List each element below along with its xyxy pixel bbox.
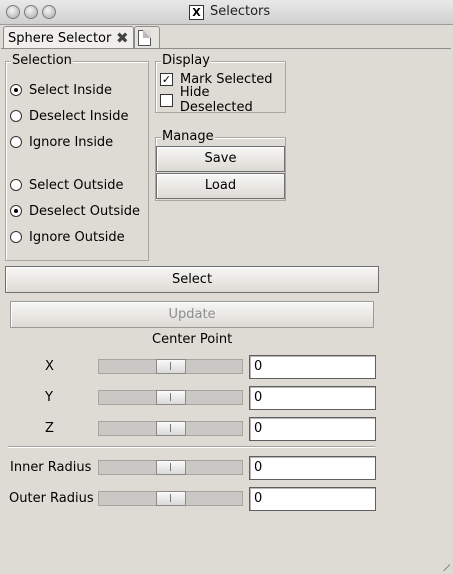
radio-indicator[interactable]: [10, 205, 22, 217]
slider-thumb[interactable]: [156, 460, 186, 475]
update-button[interactable]: Update: [10, 301, 374, 328]
radio-indicator[interactable]: [10, 179, 22, 191]
tab-sphere-selector[interactable]: Sphere Selector ✖: [3, 26, 134, 49]
radio-label: Deselect Inside: [29, 108, 129, 124]
radio-deselect-inside[interactable]: Deselect Inside: [10, 107, 128, 125]
radio-select-inside[interactable]: Select Inside: [10, 81, 112, 99]
center-point-heading: Center Point: [152, 332, 233, 347]
new-document-icon: [138, 30, 151, 46]
manage-group-title: Manage: [161, 129, 215, 144]
new-tab-button[interactable]: [134, 26, 160, 49]
slider-thumb[interactable]: [156, 491, 186, 506]
inner-radius-input[interactable]: 0: [249, 456, 376, 480]
outer-radius-slider[interactable]: [98, 491, 243, 506]
center-y-label: Y: [45, 390, 53, 405]
save-button[interactable]: Save: [156, 146, 285, 172]
radio-indicator[interactable]: [10, 110, 22, 122]
radio-deselect-outside[interactable]: Deselect Outside: [10, 202, 140, 220]
center-x-label: X: [45, 359, 54, 374]
outer-radius-label: Outer Radius: [9, 491, 94, 506]
inner-radius-label: Inner Radius: [10, 460, 92, 475]
center-z-slider[interactable]: [98, 421, 243, 436]
center-y-input[interactable]: 0: [249, 386, 376, 410]
radio-indicator[interactable]: [10, 84, 22, 96]
center-z-label: Z: [45, 421, 54, 436]
radio-label: Deselect Outside: [29, 203, 140, 219]
checkbox-label: Hide Deselected: [179, 85, 253, 115]
close-window-button[interactable]: [6, 5, 20, 19]
selection-group-title: Selection: [11, 53, 73, 68]
slider-thumb[interactable]: [156, 421, 186, 436]
center-y-slider[interactable]: [98, 390, 243, 405]
checkbox-indicator[interactable]: ✓: [160, 72, 173, 86]
selection-group: Selection Select Inside Deselect Inside …: [5, 53, 149, 261]
window-title: Selectors: [210, 4, 271, 19]
radio-label: Ignore Outside: [29, 229, 125, 245]
tab-divider: [1, 48, 451, 49]
load-button[interactable]: Load: [156, 173, 285, 199]
checkbox-indicator[interactable]: [160, 93, 173, 107]
center-z-input[interactable]: 0: [249, 417, 376, 441]
slider-thumb[interactable]: [156, 390, 186, 405]
close-tab-icon[interactable]: ✖: [116, 29, 129, 47]
display-group: Display ✓ Mark Selected Hide Deselected: [155, 53, 286, 115]
center-x-slider[interactable]: [98, 359, 243, 374]
zoom-window-button[interactable]: [42, 5, 56, 19]
radio-label: Select Outside: [29, 177, 124, 193]
checkbox-hide-deselected[interactable]: Hide Deselected: [160, 85, 285, 115]
inner-radius-slider[interactable]: [98, 460, 243, 475]
center-x-input[interactable]: 0: [249, 355, 376, 379]
radio-label: Ignore Inside: [29, 134, 114, 150]
radio-label: Select Inside: [29, 82, 112, 98]
radio-ignore-outside[interactable]: Ignore Outside: [10, 228, 125, 246]
title-bar: X Selectors: [0, 0, 453, 25]
select-button[interactable]: Select: [5, 266, 379, 293]
radio-indicator[interactable]: [10, 231, 22, 243]
minimize-window-button[interactable]: [24, 5, 38, 19]
radio-indicator[interactable]: [10, 136, 22, 148]
manage-group: Manage Save Load: [155, 129, 286, 201]
resize-grip-icon[interactable]: [438, 559, 450, 571]
x11-app-icon: X: [189, 5, 204, 20]
radio-ignore-inside[interactable]: Ignore Inside: [10, 133, 113, 151]
radio-select-outside[interactable]: Select Outside: [10, 176, 123, 194]
outer-radius-input[interactable]: 0: [249, 487, 376, 511]
slider-thumb[interactable]: [156, 359, 186, 374]
display-group-title: Display: [161, 53, 211, 68]
tab-label: Sphere Selector: [8, 31, 112, 46]
section-divider: [8, 446, 375, 448]
